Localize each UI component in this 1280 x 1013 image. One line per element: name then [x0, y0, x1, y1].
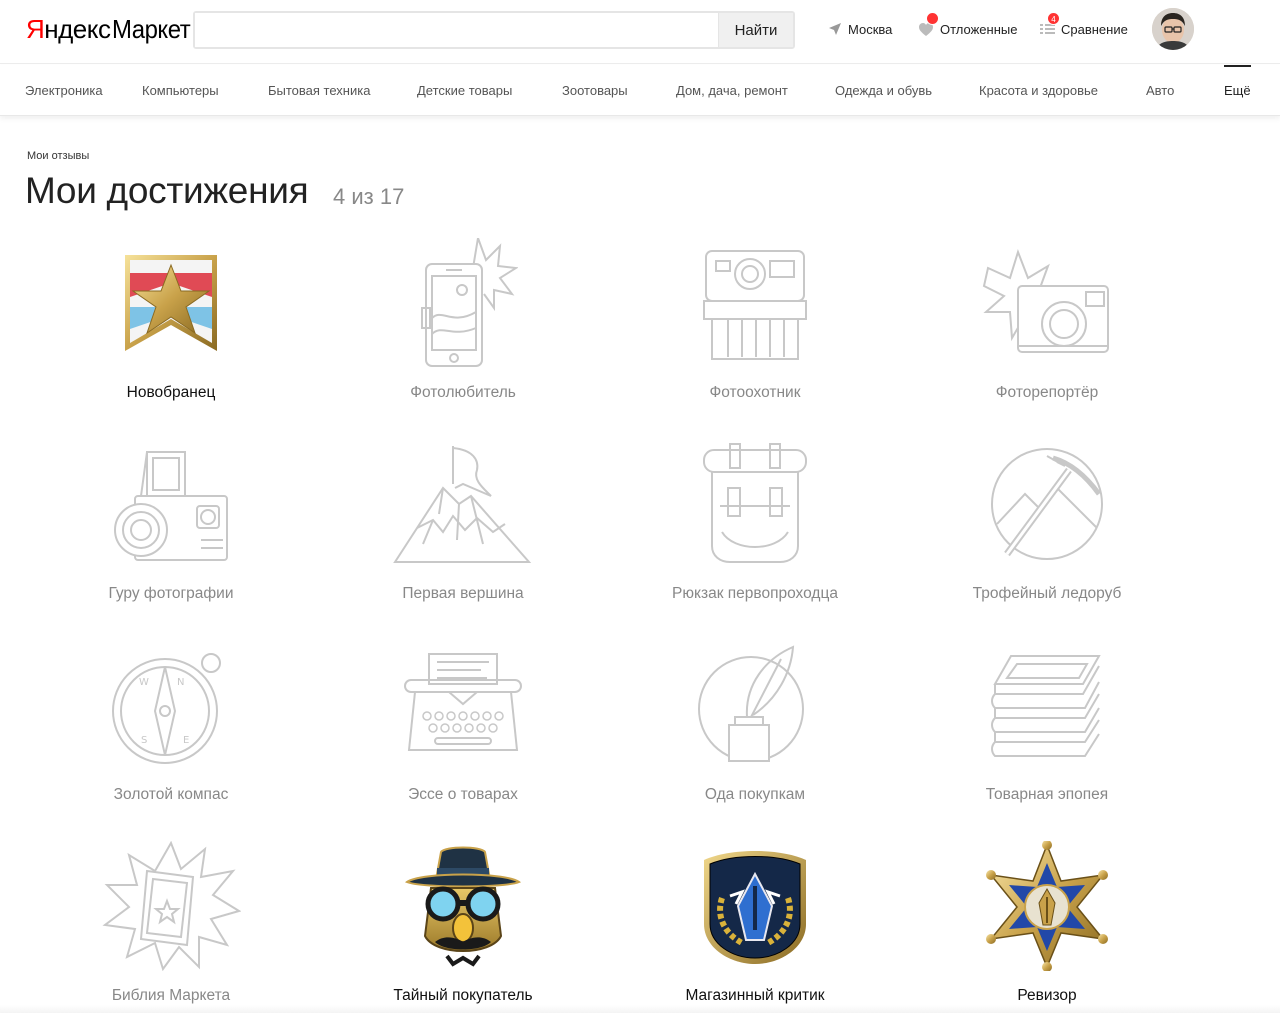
nav-item-clothing[interactable]: Одежда и обувь: [835, 83, 932, 98]
user-avatar[interactable]: [1152, 8, 1194, 50]
breadcrumb-my-reviews[interactable]: Мои отзывы: [27, 150, 89, 162]
search-box: Найти: [193, 11, 795, 49]
achievement-photo-amateur[interactable]: Фотолюбитель: [343, 238, 583, 418]
nav-item-beauty[interactable]: Красота и здоровье: [979, 83, 1098, 98]
instant-camera-icon: [703, 250, 807, 360]
header: Яндекс Маркет Найти Москва Отложенные 4 С…: [0, 0, 1280, 64]
achievement-golden-compass[interactable]: N W S E Золотой компас: [51, 640, 291, 820]
achievement-photo-hunter[interactable]: Фотоохотник: [635, 238, 875, 418]
yandex-market-logo[interactable]: Яндекс Маркет: [26, 14, 197, 44]
achievement-name: Золотой компас: [113, 786, 229, 803]
nav-item-electronics[interactable]: Электроника: [25, 83, 103, 98]
paper-stack-icon: [991, 655, 1101, 757]
category-nav: Электроника Компьютеры Бытовая техника Д…: [0, 65, 1280, 116]
page-title: Мои достижения: [25, 170, 309, 211]
svg-text:W: W: [139, 677, 149, 688]
achievement-name: Товарная эпопея: [985, 786, 1109, 803]
achievement-name: Гуру фотографии: [108, 585, 234, 602]
favorites-dot: [926, 12, 939, 25]
achievement-photo-reporter[interactable]: Фоторепортёр: [927, 238, 1167, 418]
page-bottom-edge: [0, 1005, 1280, 1013]
logo-market: Маркет: [112, 14, 191, 44]
achievement-explorer-backpack[interactable]: Рюкзак первопроходца: [635, 439, 875, 619]
nav-item-more[interactable]: Ещё: [1224, 65, 1251, 98]
logo-letter-ya: Я: [26, 14, 45, 44]
logo-yandex: ндекс: [44, 14, 111, 44]
compass-icon: N W S E: [112, 653, 221, 764]
achievement-product-epic[interactable]: Товарная эпопея: [927, 640, 1167, 820]
compare-label: Сравнение: [1061, 21, 1128, 37]
nav-item-computers[interactable]: Компьютеры: [142, 83, 219, 98]
critic-shield-icon: [704, 851, 806, 964]
achievement-first-summit[interactable]: Первая вершина: [343, 439, 583, 619]
medium-format-camera-icon: [114, 451, 228, 561]
achievement-name: Трофейный ледоруб: [972, 585, 1122, 602]
compare-count-badge: 4: [1047, 12, 1060, 25]
achievement-name: Рюкзак первопроходца: [672, 585, 838, 602]
avatar-image: [1152, 8, 1194, 50]
svg-text:E: E: [183, 735, 189, 746]
ice-axe-icon: [991, 448, 1103, 560]
achievement-name: Тайный покупатель: [393, 987, 533, 1004]
nav-item-pets[interactable]: Зоотовары: [562, 83, 628, 98]
backpack-icon: [703, 443, 807, 563]
search-button[interactable]: Найти: [718, 13, 793, 47]
achievement-name: Фотоохотник: [709, 384, 801, 401]
typewriter-icon: [404, 653, 522, 751]
location-arrow-icon: [829, 23, 841, 35]
location-selector[interactable]: Москва: [828, 20, 892, 38]
compact-camera-flash-icon: [982, 248, 1109, 353]
favorites-label: Отложенные: [940, 21, 1018, 37]
achievements-count: 4 из 17: [333, 184, 405, 209]
disguise-spy-icon: [404, 846, 522, 967]
recruit-badge-icon: [125, 255, 217, 351]
phone-photo-icon: [421, 238, 518, 367]
favorites-link[interactable]: Отложенные: [918, 12, 1018, 38]
achievement-name: Фоторепортёр: [995, 384, 1099, 401]
achievement-product-essay[interactable]: Эссе о товарах: [343, 640, 583, 820]
achievement-name: Фотолюбитель: [410, 384, 516, 401]
achievement-inspector[interactable]: Ревизор: [927, 841, 1167, 1013]
achievement-ode-shopping[interactable]: Ода покупкам: [635, 640, 875, 820]
book-burst-icon: [102, 841, 241, 971]
nav-item-home[interactable]: Дом, дача, ремонт: [676, 83, 788, 98]
nav-item-auto[interactable]: Авто: [1146, 83, 1174, 98]
quill-inkwell-icon: [698, 645, 804, 762]
achievement-name: Новобранец: [126, 384, 216, 401]
achievement-name: Библия Маркета: [111, 987, 231, 1004]
achievement-secret-shopper[interactable]: Тайный покупатель: [343, 841, 583, 1013]
mountain-flag-icon: [393, 446, 532, 563]
svg-text:N: N: [177, 677, 184, 688]
compare-link[interactable]: 4 Сравнение: [1040, 12, 1128, 38]
nav-item-appliances[interactable]: Бытовая техника: [268, 83, 370, 98]
achievement-trophy-ice-axe[interactable]: Трофейный ледоруб: [927, 439, 1167, 619]
nav-item-kids[interactable]: Детские товары: [417, 83, 512, 98]
search-input[interactable]: [195, 13, 718, 47]
achievement-store-critic[interactable]: Магазинный критик: [635, 841, 875, 1013]
achievement-photo-guru[interactable]: Гуру фотографии: [51, 439, 291, 619]
location-label: Москва: [848, 21, 893, 37]
achievement-name: Ода покупкам: [704, 786, 806, 803]
achievement-market-bible[interactable]: Библия Маркета: [51, 841, 291, 1013]
sheriff-star-icon: [986, 841, 1108, 971]
achievement-name: Первая вершина: [402, 585, 524, 602]
achievement-recruit[interactable]: Новобранец: [51, 238, 291, 418]
achievement-name: Эссе о товарах: [408, 786, 518, 803]
svg-text:S: S: [141, 735, 147, 746]
achievement-name: Магазинный критик: [685, 987, 825, 1004]
achievement-name: Ревизор: [1017, 987, 1077, 1004]
